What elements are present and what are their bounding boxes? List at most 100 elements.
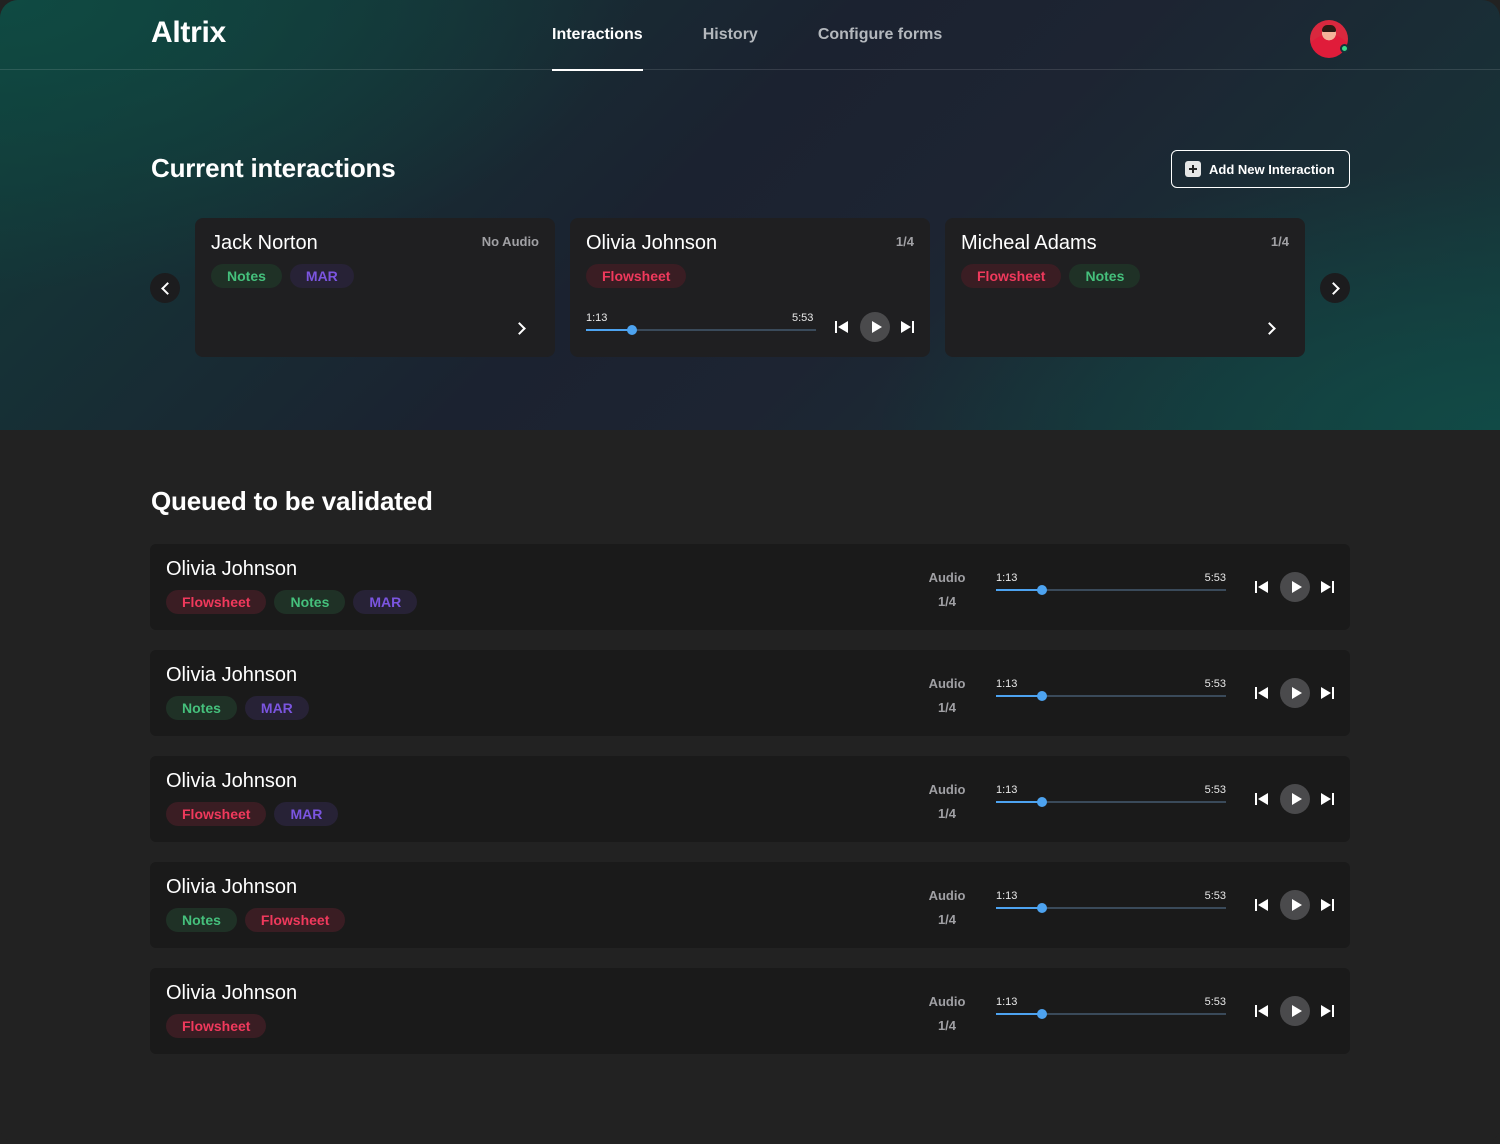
previous-button[interactable] — [1254, 685, 1270, 701]
current-time: 1:13 — [996, 678, 1018, 690]
progress-handle[interactable] — [627, 325, 637, 335]
current-time: 1:13 — [586, 312, 608, 324]
card-audio-count: 1/4 — [1270, 234, 1289, 249]
card-tags: Notes MAR — [211, 264, 362, 288]
carousel-next-button[interactable] — [1320, 273, 1350, 303]
tag-notes[interactable]: Notes — [166, 908, 237, 932]
progress-track[interactable] — [996, 797, 1226, 807]
queue-row[interactable]: Olivia Johnson Flowsheet MAR Audio 1/4 1… — [150, 756, 1350, 842]
progress-fill — [996, 907, 1042, 909]
card-audio-status: No Audio — [481, 234, 539, 249]
progress-handle[interactable] — [1037, 585, 1047, 595]
add-new-interaction-label: Add New Interaction — [1209, 161, 1335, 177]
tag-flowsheet[interactable]: Flowsheet — [166, 1014, 267, 1038]
queue-row[interactable]: Olivia Johnson Notes MAR Audio 1/4 1:13 … — [150, 650, 1350, 736]
progress-track[interactable] — [996, 903, 1226, 913]
next-button[interactable] — [1319, 579, 1335, 595]
next-button[interactable] — [1319, 1003, 1335, 1019]
interaction-card[interactable]: Olivia Johnson 1/4 Flowsheet 1:13 5:53 — [570, 218, 930, 357]
play-button[interactable] — [1280, 678, 1310, 708]
main-nav: Interactions History Configure forms — [552, 0, 1002, 71]
queue-row[interactable]: Olivia Johnson Notes Flowsheet Audio 1/4… — [150, 862, 1350, 948]
interaction-card[interactable]: Micheal Adams 1/4 Flowsheet Notes — [945, 218, 1305, 357]
queue-row[interactable]: Olivia Johnson Flowsheet Audio 1/4 1:13 … — [150, 968, 1350, 1054]
total-time: 5:53 — [1204, 572, 1226, 584]
chevron-left-icon — [160, 281, 174, 295]
nav-tab-interactions[interactable]: Interactions — [552, 0, 643, 71]
next-button[interactable] — [1319, 897, 1335, 913]
audio-count: 1/4 — [937, 594, 957, 609]
skip-back-icon — [1254, 579, 1270, 595]
online-status-dot — [1340, 44, 1349, 53]
card-patient-name: Olivia Johnson — [586, 232, 718, 254]
audio-info: Audio 1/4 — [910, 778, 984, 826]
tag-mar[interactable]: MAR — [289, 264, 354, 288]
skip-forward-icon — [1319, 579, 1335, 595]
previous-button[interactable] — [1254, 897, 1270, 913]
next-button[interactable] — [899, 319, 915, 335]
next-button[interactable] — [1319, 685, 1335, 701]
audio-player: 1:13 5:53 — [996, 996, 1226, 1026]
plus-icon — [1185, 161, 1201, 177]
chevron-right-icon — [1262, 321, 1276, 335]
carousel-prev-button[interactable] — [150, 273, 180, 303]
tag-flowsheet[interactable]: Flowsheet — [586, 264, 687, 288]
card-open-button[interactable] — [1262, 320, 1279, 336]
interaction-card[interactable]: Jack Norton No Audio Notes MAR — [195, 218, 555, 357]
play-button[interactable] — [1280, 890, 1310, 920]
total-time: 5:53 — [1204, 784, 1226, 796]
total-time: 5:53 — [1204, 996, 1226, 1008]
app-logo[interactable]: Altrix — [151, 16, 226, 50]
progress-track[interactable] — [996, 1009, 1226, 1019]
audio-count: 1/4 — [937, 1018, 957, 1033]
nav-tab-history[interactable]: History — [703, 0, 758, 70]
play-button[interactable] — [1280, 996, 1310, 1026]
skip-forward-icon — [1319, 897, 1335, 913]
progress-handle[interactable] — [1037, 691, 1047, 701]
tag-notes[interactable]: Notes — [1069, 264, 1141, 288]
progress-track[interactable] — [996, 691, 1226, 701]
card-open-button[interactable] — [512, 320, 529, 336]
tag-mar[interactable]: MAR — [274, 802, 339, 826]
tag-flowsheet[interactable]: Flowsheet — [166, 590, 267, 614]
progress-handle[interactable] — [1037, 903, 1047, 913]
next-button[interactable] — [1319, 791, 1335, 807]
progress-handle[interactable] — [1037, 797, 1047, 807]
add-new-interaction-button[interactable]: Add New Interaction — [1171, 150, 1350, 188]
play-icon — [1280, 784, 1310, 814]
skip-forward-icon — [899, 319, 915, 335]
play-button[interactable] — [1280, 784, 1310, 814]
previous-button[interactable] — [1254, 1003, 1270, 1019]
tag-notes[interactable]: Notes — [166, 696, 237, 720]
tag-mar[interactable]: MAR — [353, 590, 418, 614]
total-time: 5:53 — [792, 312, 814, 324]
progress-track[interactable] — [586, 325, 816, 335]
top-header: Altrix Interactions History Configure fo… — [0, 0, 1500, 71]
tag-notes[interactable]: Notes — [211, 264, 282, 288]
audio-count: 1/4 — [937, 700, 957, 715]
audio-info: Audio 1/4 — [910, 990, 984, 1038]
row-tags: Flowsheet MAR — [166, 802, 346, 826]
previous-button[interactable] — [1254, 579, 1270, 595]
play-button[interactable] — [1280, 572, 1310, 602]
tag-mar[interactable]: MAR — [244, 696, 309, 720]
progress-handle[interactable] — [1037, 1009, 1047, 1019]
audio-count: 1/4 — [937, 912, 957, 927]
tag-flowsheet[interactable]: Flowsheet — [244, 908, 346, 932]
tag-flowsheet[interactable]: Flowsheet — [166, 802, 267, 826]
previous-button[interactable] — [1254, 791, 1270, 807]
row-tags: Flowsheet — [166, 1014, 274, 1038]
card-tags: Flowsheet — [586, 264, 694, 288]
previous-button[interactable] — [834, 319, 850, 335]
nav-tab-configure-forms[interactable]: Configure forms — [818, 0, 942, 70]
tag-notes[interactable]: Notes — [274, 590, 346, 614]
skip-back-icon — [1254, 897, 1270, 913]
progress-track[interactable] — [996, 585, 1226, 595]
skip-forward-icon — [1319, 791, 1335, 807]
audio-info: Audio 1/4 — [910, 672, 984, 720]
play-button[interactable] — [860, 312, 890, 342]
total-time: 5:53 — [1204, 678, 1226, 690]
row-tags: Notes Flowsheet — [166, 908, 353, 932]
queue-row[interactable]: Olivia Johnson Flowsheet Notes MAR Audio… — [150, 544, 1350, 630]
tag-flowsheet[interactable]: Flowsheet — [961, 264, 1062, 288]
